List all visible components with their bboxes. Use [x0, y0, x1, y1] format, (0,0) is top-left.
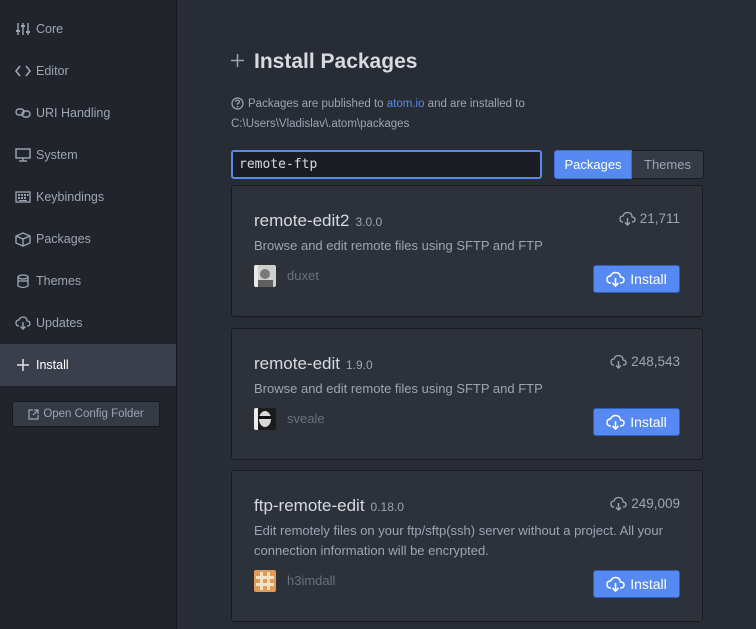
monitor-icon: [15, 147, 31, 163]
cloud-download-icon: [610, 496, 627, 511]
search-packages-input[interactable]: [231, 150, 542, 179]
package-version: 0.18.0: [370, 500, 404, 514]
link-icon: [15, 105, 31, 121]
page-title: Install Packages: [254, 50, 418, 73]
install-panel: Install Packages Packages are published …: [177, 0, 756, 629]
sidebar-item-updates[interactable]: Updates: [0, 302, 176, 344]
install-button[interactable]: Install: [593, 570, 680, 598]
settings-sidebar: Core Editor URI Handling System Keybindi…: [0, 0, 177, 629]
plus-icon: [231, 54, 244, 70]
open-config-folder-label: Open Config Folder: [43, 408, 144, 420]
cloud-download-icon: [606, 414, 625, 430]
sidebar-item-label: URI Handling: [36, 106, 111, 120]
package-name-text: remote-edit2: [254, 211, 350, 230]
package-owner[interactable]: duxet: [287, 268, 319, 283]
sidebar-item-system[interactable]: System: [0, 134, 176, 176]
package-name[interactable]: ftp-remote-edit 0.18.0: [254, 496, 404, 516]
section-heading: Install Packages: [231, 50, 417, 74]
install-button[interactable]: Install: [593, 265, 680, 293]
plus-icon: [15, 357, 31, 373]
package-name-text: ftp-remote-edit: [254, 496, 365, 515]
sidebar-item-label: Keybindings: [36, 190, 105, 204]
install-label: Install: [630, 576, 667, 592]
package-card: remote-edit2 3.0.0 21,711 Browse and edit…: [231, 185, 703, 317]
open-config-folder-button[interactable]: Open Config Folder: [12, 401, 160, 427]
sidebar-item-label: Install: [36, 358, 69, 372]
themes-toggle-button[interactable]: Themes: [632, 150, 704, 179]
install-path: C:\Users\Vladislav\.atom\packages: [231, 118, 410, 130]
sidebar-item-label: Themes: [36, 274, 82, 288]
avatar[interactable]: [254, 570, 276, 592]
package-version: 3.0.0: [355, 215, 383, 229]
avatar[interactable]: [254, 408, 276, 430]
download-count: 249,009: [610, 496, 680, 511]
sidebar-item-packages[interactable]: Packages: [0, 218, 176, 260]
package-card: remote-edit 1.9.0 248,543 Browse and edit…: [231, 328, 703, 460]
package-description: Browse and edit remote files using SFTP …: [254, 381, 543, 396]
cloud-download-icon: [606, 576, 625, 592]
install-label: Install: [630, 271, 667, 287]
cloud-download-icon: [610, 354, 627, 369]
package-owner[interactable]: h3imdall: [287, 573, 335, 588]
sidebar-item-core[interactable]: Core: [0, 8, 176, 50]
package-version: 1.9.0: [345, 358, 373, 372]
package-name[interactable]: remote-edit2 3.0.0: [254, 211, 382, 231]
download-count-text: 21,711: [639, 211, 680, 226]
cloud-download-icon: [619, 211, 636, 226]
download-count-text: 249,009: [631, 496, 680, 511]
paintcan-icon: [15, 273, 31, 289]
atom-io-link[interactable]: atom.io: [387, 98, 425, 110]
cloud-download-icon: [606, 271, 625, 287]
sidebar-item-label: Editor: [36, 64, 69, 78]
sidebar-item-label: Updates: [36, 316, 83, 330]
keyboard-icon: [15, 189, 31, 205]
sidebar-item-editor[interactable]: Editor: [0, 50, 176, 92]
code-icon: [15, 63, 31, 79]
install-button[interactable]: Install: [593, 408, 680, 436]
sidebar-item-label: Packages: [36, 232, 91, 246]
package-icon: [15, 231, 31, 247]
avatar[interactable]: [254, 265, 276, 287]
package-description: Browse and edit remote files using SFTP …: [254, 238, 543, 253]
package-name-text: remote-edit: [254, 354, 340, 373]
info-suffix: and are installed to: [427, 98, 525, 110]
install-label: Install: [630, 414, 667, 430]
download-count-text: 248,543: [631, 354, 680, 369]
package-card: ftp-remote-edit 0.18.0 249,009 Edit remot…: [231, 470, 703, 622]
sidebar-item-uri-handling[interactable]: URI Handling: [0, 92, 176, 134]
cloud-download-icon: [15, 315, 31, 331]
info-prefix: Packages are published to: [248, 98, 384, 110]
package-owner[interactable]: sveale: [287, 411, 325, 426]
sidebar-item-label: Core: [36, 22, 64, 36]
packages-toggle-button[interactable]: Packages: [554, 150, 632, 179]
sidebar-item-install[interactable]: Install: [0, 344, 176, 386]
package-name[interactable]: remote-edit 1.9.0: [254, 354, 373, 374]
link-external-icon: [28, 408, 39, 420]
question-icon: [231, 97, 244, 116]
sidebar-item-label: System: [36, 148, 78, 162]
sliders-icon: [15, 21, 31, 37]
package-description: Edit remotely files on your ftp/sftp(ssh…: [254, 523, 663, 558]
sidebar-item-keybindings[interactable]: Keybindings: [0, 176, 176, 218]
sidebar-item-themes[interactable]: Themes: [0, 260, 176, 302]
install-info-text: Packages are published to atom.io and ar…: [231, 96, 631, 133]
download-count: 248,543: [610, 354, 680, 369]
download-count: 21,711: [619, 211, 680, 226]
